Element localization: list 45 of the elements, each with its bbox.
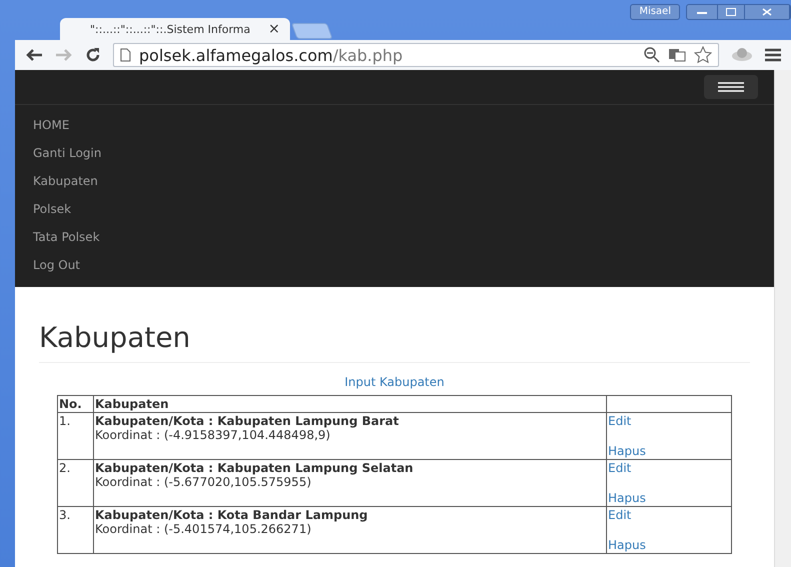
table-header: No. [58,396,94,412]
table-header: Kabupaten [94,396,606,412]
close-icon [762,8,772,16]
edit-link[interactable]: Edit [608,461,730,475]
kabupaten-name: Kabupaten/Kota : Kota Bandar Lampung [95,508,369,522]
delete-link[interactable]: Hapus [608,538,730,552]
nav-link[interactable]: HOME [15,111,774,139]
minimize-icon [697,10,707,14]
table-cell: 2. [58,460,94,506]
browser-tab[interactable]: "::...::"::...::"::.Sistem Informa × [60,18,290,40]
menu-icon[interactable] [765,48,781,62]
zoom-out-icon[interactable] [644,47,660,63]
nav-link[interactable]: Log Out [15,251,774,279]
reload-icon[interactable] [85,47,101,63]
address-bar[interactable]: polsek.alfamegalos.com/kab.php [113,43,719,67]
tab-close-button[interactable]: × [268,21,280,37]
kabupaten-name: Kabupaten/Kota : Kabupaten Lampung Selatan [95,461,414,475]
menu-icon [718,82,744,92]
back-icon[interactable] [25,48,43,62]
maximize-icon [726,8,736,16]
nav-link[interactable]: Tata Polsek [15,223,774,251]
url-host: polsek.alfamegalos.com [139,46,333,64]
nav-link[interactable]: Kabupaten [15,167,774,195]
kabupaten-name: Kabupaten/Kota : Kabupaten Lampung Barat [95,414,400,428]
table-cell: 1. [58,412,94,460]
input-kabupaten-link[interactable]: Input Kabupaten [39,375,750,389]
nav-link[interactable]: Ganti Login [15,139,774,167]
profile-button[interactable]: Misael [630,4,680,20]
edit-link[interactable]: Edit [608,414,730,428]
coordinates: Koordinat : (-4.9158397,104.448498,9) [95,428,332,442]
star-icon[interactable] [694,46,712,64]
scrollbar[interactable] [774,70,791,567]
tab-title: "::...::"::...::"::.Sistem Informa [90,22,252,36]
coordinates: Koordinat : (-5.677020,105.575955) [95,475,312,489]
translate-icon[interactable] [668,48,686,62]
page-icon [120,48,131,62]
url-path: /kab.php [332,46,403,64]
table-cell: 3. [58,506,94,554]
delete-link[interactable]: Hapus [608,444,730,458]
page-heading: Kabupaten [39,321,750,363]
nav-link[interactable]: Polsek [15,195,774,223]
edit-link[interactable]: Edit [608,508,730,522]
menu-toggle-button[interactable] [704,75,758,99]
coordinates: Koordinat : (-5.401574,105.266271) [95,522,312,536]
delete-link[interactable]: Hapus [608,491,730,505]
